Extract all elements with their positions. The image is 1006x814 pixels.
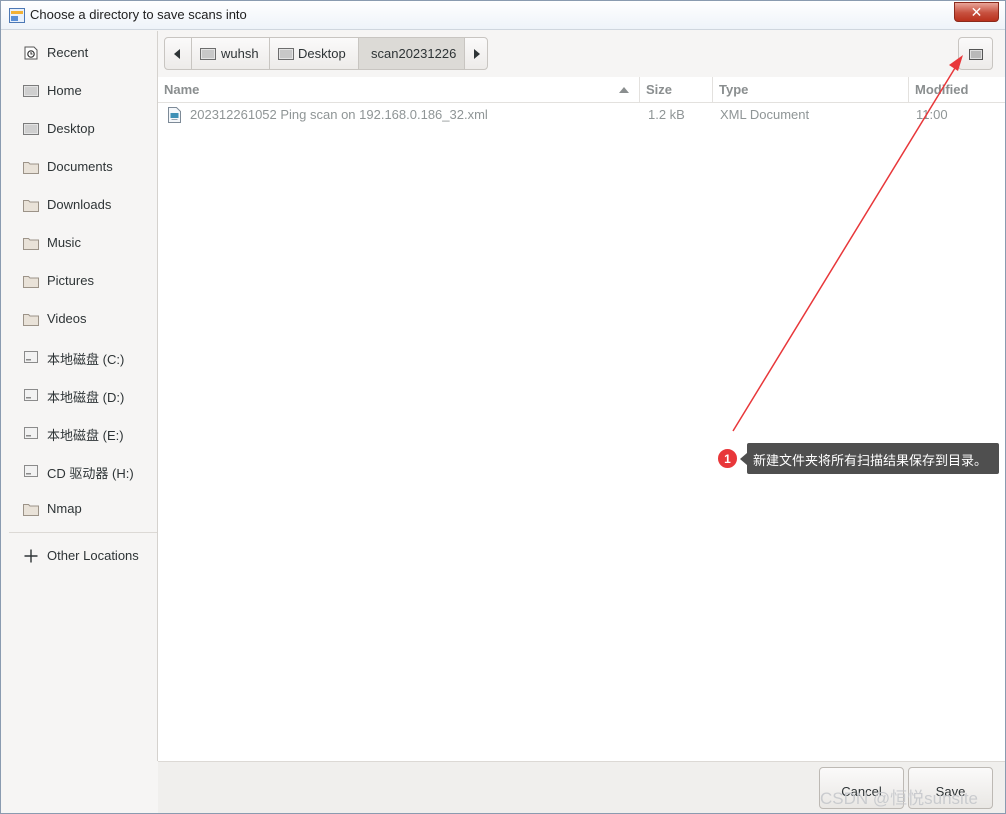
annotation-pointer <box>740 453 747 465</box>
folder-icon <box>23 238 39 250</box>
sidebar-item-downloads[interactable]: Downloads <box>9 186 157 222</box>
drive-icon <box>24 351 38 363</box>
column-modified-label: Modified <box>915 82 969 97</box>
sidebar-item-label: Documents <box>47 159 113 174</box>
file-list-header: Name Size Type Modified <box>158 77 1005 103</box>
sidebar-item-recent[interactable]: Recent <box>9 34 157 70</box>
path-segment-label: scan20231226 <box>371 46 457 61</box>
recent-icon <box>24 46 38 60</box>
sidebar-item-label: 本地磁盘 (D:) <box>47 390 125 405</box>
xml-file-icon <box>168 107 181 123</box>
sidebar-item-label: Desktop <box>47 121 95 136</box>
column-type-label: Type <box>719 82 749 97</box>
sidebar-item-label: Downloads <box>47 197 112 212</box>
column-header-type[interactable]: Type <box>712 77 908 103</box>
sidebar-separator <box>9 532 157 533</box>
sidebar-item-home[interactable]: Home <box>9 72 157 108</box>
sidebar-item-other-locations[interactable]: Other Locations <box>9 537 157 573</box>
watermark: CSDN @恒悦sunsite <box>820 789 979 808</box>
new-folder-icon <box>969 49 983 60</box>
path-bar: wuhsh Desktop scan20231226 <box>164 37 488 70</box>
column-name-label: Name <box>164 82 200 97</box>
sidebar-item-nmap[interactable]: Nmap <box>9 490 157 526</box>
sidebar-item-label: 本地磁盘 (E:) <box>47 428 124 443</box>
file-size: 1.2 kB <box>648 107 685 122</box>
drive-icon <box>24 389 38 401</box>
sidebar-item-label: Home <box>47 83 82 98</box>
drive-icon <box>24 427 38 439</box>
drive-icon <box>24 465 38 477</box>
file-type: XML Document <box>720 107 810 122</box>
window-title: Choose a directory to save scans into <box>30 7 247 22</box>
column-size-label: Size <box>646 82 673 97</box>
path-segment-scan20231226[interactable]: scan20231226 <box>358 38 464 69</box>
home-icon <box>200 48 216 60</box>
plus-icon <box>24 549 38 563</box>
sidebar-item-documents[interactable]: Documents <box>9 148 157 184</box>
chevron-right-icon <box>474 49 480 59</box>
path-scroll-right-button[interactable] <box>464 38 488 69</box>
column-header-name[interactable]: Name <box>158 77 639 103</box>
places-sidebar: Recent Home Desktop Documents Downloads … <box>9 31 158 761</box>
file-name: 202312261052 Ping scan on 192.168.0.186_… <box>190 107 488 122</box>
folder-icon <box>23 200 39 212</box>
desktop-icon <box>23 123 39 135</box>
close-button[interactable]: ✕ <box>954 2 999 22</box>
sidebar-item-drive-c[interactable]: 本地磁盘 (C:) <box>9 338 157 374</box>
path-segment-label: wuhsh <box>221 46 259 61</box>
folder-icon <box>23 504 39 516</box>
home-icon <box>23 85 39 97</box>
desktop-icon <box>278 48 294 60</box>
sidebar-item-music[interactable]: Music <box>9 224 157 260</box>
path-bar-area: wuhsh Desktop scan20231226 <box>158 31 1005 77</box>
title-bar: Choose a directory to save scans into ✕ <box>1 1 1005 30</box>
annotation-badge: 1 <box>717 448 738 469</box>
path-segment-desktop[interactable]: Desktop <box>269 38 358 69</box>
folder-icon <box>23 276 39 288</box>
sidebar-item-label: Recent <box>47 45 89 60</box>
path-scroll-left-button[interactable] <box>165 38 191 69</box>
sidebar-item-label: Music <box>47 235 81 250</box>
path-segment-label: Desktop <box>298 46 346 61</box>
sidebar-item-desktop[interactable]: Desktop <box>9 110 157 146</box>
sidebar-item-pictures[interactable]: Pictures <box>9 262 157 298</box>
file-chooser-dialog: Choose a directory to save scans into ✕ … <box>0 0 1006 814</box>
sort-ascending-icon <box>619 87 629 93</box>
sidebar-item-label: Other Locations <box>47 548 139 563</box>
sidebar-item-label: Videos <box>47 311 87 326</box>
sidebar-item-label: Pictures <box>47 273 94 288</box>
column-header-modified[interactable]: Modified <box>908 77 1005 103</box>
path-segment-wuhsh[interactable]: wuhsh <box>191 38 269 69</box>
sidebar-item-label: Nmap <box>47 501 82 516</box>
annotation-callout: 新建文件夹将所有扫描结果保存到目录。 <box>747 443 999 474</box>
sidebar-item-cd-drive-h[interactable]: CD 驱动器 (H:) <box>9 452 157 488</box>
sidebar-item-drive-e[interactable]: 本地磁盘 (E:) <box>9 414 157 450</box>
file-browser: wuhsh Desktop scan20231226 Name Size Typ… <box>158 31 1005 761</box>
create-folder-button[interactable] <box>958 37 993 70</box>
file-modified: 11:00 <box>916 107 948 122</box>
sidebar-item-videos[interactable]: Videos <box>9 300 157 336</box>
chevron-left-icon <box>174 49 180 59</box>
sidebar-item-drive-d[interactable]: 本地磁盘 (D:) <box>9 376 157 412</box>
column-header-size[interactable]: Size <box>639 77 712 103</box>
sidebar-item-label: CD 驱动器 (H:) <box>47 466 134 481</box>
app-icon <box>9 8 25 23</box>
folder-icon <box>23 162 39 174</box>
sidebar-item-label: 本地磁盘 (C:) <box>47 352 125 367</box>
folder-icon <box>23 314 39 326</box>
table-row[interactable]: 202312261052 Ping scan on 192.168.0.186_… <box>158 104 1005 128</box>
